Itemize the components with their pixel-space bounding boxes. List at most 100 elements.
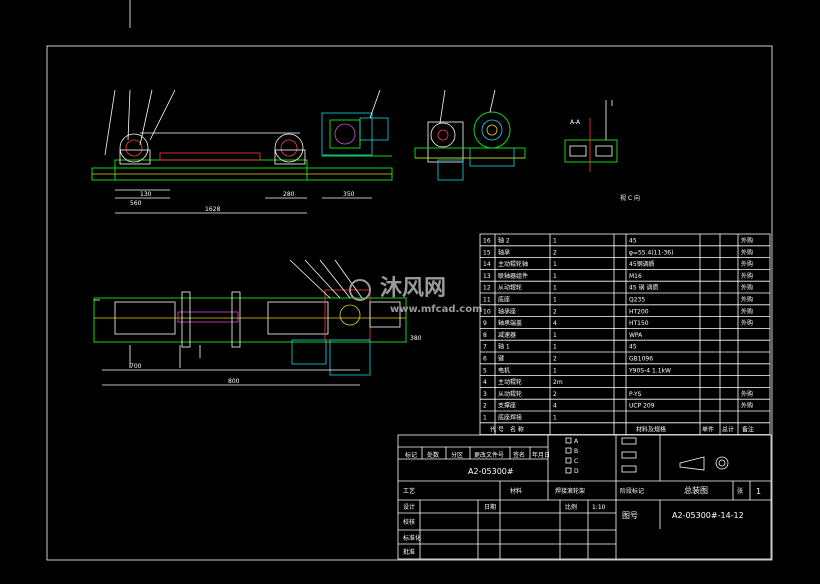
- bom-row-name: 轴承端盖: [498, 319, 522, 327]
- tb-opt-c: C: [574, 458, 578, 465]
- bom-row-no: 1: [483, 415, 487, 422]
- view-c-label: 视 C 向: [620, 194, 640, 202]
- bom-row-no: 2: [483, 403, 487, 410]
- bom-header-no: 代 号: [490, 425, 504, 433]
- bom-row-spec: 45: [629, 238, 637, 245]
- tb-date-1: 日期: [484, 503, 496, 511]
- tb-sheet-label: 张: [737, 487, 743, 495]
- bom-row-spec: UCP 209: [629, 403, 655, 410]
- bom-row-qty: 1: [553, 415, 557, 422]
- bom-row-name: 减速器: [498, 331, 516, 339]
- tb-scale-label: 比例: [565, 503, 577, 511]
- bom-row-name: 从动辊轮: [498, 390, 522, 398]
- bom-row-name: 电机: [498, 366, 510, 374]
- tb-opt-d: D: [574, 468, 579, 475]
- bom-row-note: 外购: [741, 248, 753, 256]
- bom-header-spec: 材料及规格: [636, 425, 666, 433]
- tb-sign: 签名: [513, 451, 525, 459]
- bom-row-spec: HT200: [629, 308, 649, 315]
- tb-product-label: 焊接滚轮架: [555, 487, 585, 495]
- bom-row-qty: 2: [553, 249, 557, 256]
- dim-label-2: 280: [283, 191, 295, 198]
- bom-row-no: 16: [483, 238, 491, 245]
- bom-row-qty: 2: [553, 356, 557, 363]
- bom-row-note: 外购: [741, 260, 753, 268]
- side-elevation-view: [414, 89, 526, 181]
- bom-row-note: 外购: [741, 284, 753, 292]
- tb-mark: 标记: [405, 451, 417, 459]
- plan-dim-2: 700: [130, 363, 142, 370]
- bom-row-no: 15: [483, 249, 491, 256]
- title-block: 标记 处数 分区 更改文件号 签名 年月日 A2-05300# 工艺 材料 焊接…: [397, 434, 772, 560]
- bom-row-qty: 1: [553, 332, 557, 339]
- bom-header-name: 名 称: [510, 425, 524, 433]
- tb-scale: 1:10: [592, 504, 606, 511]
- bom-row-note: 外购: [741, 307, 753, 315]
- tb-zone: 分区: [451, 451, 463, 459]
- bom-row-qty: 1: [553, 297, 557, 304]
- bom-row-no: 9: [483, 320, 487, 327]
- bom-row-spec: φ=55.4(11-36): [629, 249, 673, 256]
- tb-approve: 批准: [403, 548, 415, 556]
- section-label: A-A: [570, 119, 581, 126]
- bom-row-qty: 2: [553, 391, 557, 398]
- bom-row-qty: 1: [553, 273, 557, 280]
- bom-row-qty: 4: [553, 403, 557, 410]
- watermark-title: 沐风网: [380, 276, 446, 301]
- bom-row-no: 7: [483, 344, 487, 351]
- cad-drawing: 130 1628 280 350 560 A-A 视 C 向 800 700 3…: [46, 0, 773, 561]
- bill-of-materials: 16 轴 2 1 45 外购15 轴承 2 φ=55.4(11-36) 外购14 主动辊轮轴 1 45…: [479, 233, 771, 436]
- bom-row-name: 主动辊轮: [498, 378, 522, 386]
- bom-row-name: 底座: [498, 296, 510, 304]
- bom-row-no: 12: [483, 285, 491, 292]
- bom-row-no: 8: [483, 332, 487, 339]
- dim-label-4: 560: [130, 200, 142, 207]
- tb-stage-label: 阶段标记: [620, 487, 644, 495]
- bom-row-qty: 2m: [553, 379, 563, 386]
- bom-row-no: 11: [483, 297, 491, 304]
- section-detail-view: A-A 视 C 向: [564, 100, 640, 202]
- bom-row-spec: HT150: [629, 320, 649, 327]
- tb-opt-a: A: [574, 438, 579, 445]
- bom-row-qty: 1: [553, 261, 557, 268]
- bom-row-note: 外购: [741, 237, 753, 245]
- tb-count: 处数: [427, 451, 439, 459]
- dim-label-1: 130: [140, 191, 152, 198]
- bom-row-name: 联轴器组件: [498, 272, 528, 280]
- bom-row-name: 底座焊接: [498, 414, 522, 422]
- tb-design: 设计: [403, 503, 415, 511]
- bom-row-name: 轴承: [498, 248, 510, 256]
- dim-label-3: 350: [343, 191, 355, 198]
- bom-row-spec: P-YS: [629, 391, 642, 398]
- bom-row-spec: WPA: [629, 332, 643, 339]
- bom-row-name: 轴承座: [498, 307, 516, 315]
- bom-row-qty: 1: [553, 238, 557, 245]
- bom-header-note: 备注: [742, 425, 754, 433]
- bom-row-name: 轴 1: [498, 343, 510, 351]
- bom-row-name: 支撑座: [498, 402, 516, 410]
- tb-process-label: 工艺: [403, 487, 415, 495]
- tb-opt-b: B: [574, 448, 578, 455]
- bom-row-spec: Q235: [629, 297, 645, 304]
- bom-row-note: 外购: [741, 390, 753, 398]
- tb-material-label: 材料: [510, 487, 522, 495]
- dim-label-total: 1628: [205, 206, 220, 213]
- bom-row-no: 4: [483, 379, 487, 386]
- plan-dim-total: 800: [228, 378, 240, 385]
- bom-row-note: 外购: [741, 319, 753, 327]
- bom-row-spec: 45钢调质: [629, 260, 655, 268]
- bom-row-note: 外购: [741, 272, 753, 280]
- front-elevation-view: 130 1628 280 350 560: [91, 89, 393, 214]
- bom-row-qty: 2: [553, 308, 557, 315]
- tb-check: 校核: [403, 518, 415, 526]
- bom-row-no: 6: [483, 356, 487, 363]
- bom-row-note: 外购: [741, 296, 753, 304]
- bom-row-qty: 1: [553, 367, 557, 374]
- plan-view: 800 700 380: [93, 259, 422, 386]
- bom-row-no: 10: [483, 308, 491, 315]
- bom-row-qty: 1: [553, 344, 557, 351]
- tb-code-label: 图号: [622, 511, 638, 520]
- bom-header-single: 单件: [702, 425, 714, 433]
- bom-header-total: 总计: [722, 425, 734, 433]
- tb-drawing-no-full: A2-05300#-14-12: [672, 511, 744, 520]
